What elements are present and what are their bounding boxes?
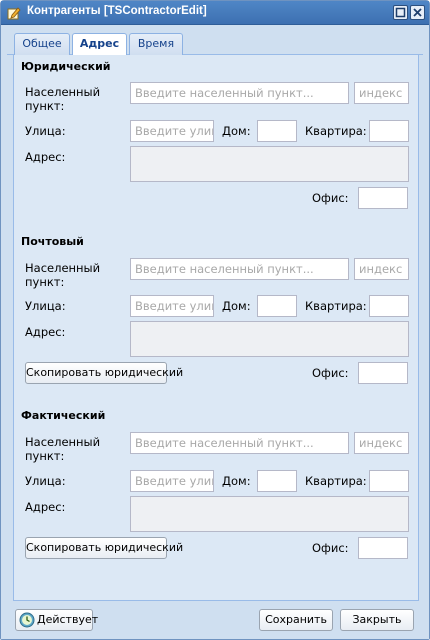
legal-apartment-input[interactable]	[369, 120, 409, 142]
edit-pencil-icon	[7, 7, 21, 20]
save-button[interactable]: Сохранить	[259, 609, 333, 631]
actual-street-input[interactable]: Введите улиц	[130, 470, 214, 492]
section-title-actual: Фактический	[21, 409, 106, 422]
status-label: Действует	[37, 613, 99, 626]
tab-strip: Общее Адрес Время	[7, 25, 423, 56]
office-label: Офис:	[312, 366, 349, 380]
apartment-label: Квартира:	[305, 299, 367, 313]
actual-apartment-input[interactable]	[369, 470, 409, 492]
street-label: Улица:	[25, 124, 66, 138]
legal-address-textarea[interactable]	[130, 146, 409, 182]
legal-street-input[interactable]: Введите улиц	[130, 120, 214, 142]
actual-copy-legal-button[interactable]: Скопировать юридический	[25, 537, 183, 559]
legal-locality-input[interactable]: Введите населенный пункт...	[130, 82, 349, 104]
postal-index-input[interactable]: индекс	[354, 258, 409, 280]
actual-index-input[interactable]: индекс	[354, 432, 409, 454]
window-footer: Действует Сохранить Закрыть	[1, 601, 429, 639]
postal-locality-input[interactable]: Введите населенный пункт...	[130, 258, 349, 280]
postal-office-input[interactable]	[358, 362, 408, 384]
close-button[interactable]: Закрыть	[340, 609, 414, 631]
status-button[interactable]: Действует	[15, 609, 98, 631]
street-label: Улица:	[25, 299, 66, 313]
actual-office-input[interactable]	[358, 537, 408, 559]
tab-address[interactable]: Адрес	[72, 33, 127, 56]
locality-label: Населенный пункт:	[25, 261, 101, 289]
apartment-label: Квартира:	[305, 474, 367, 488]
legal-office-input[interactable]	[358, 187, 408, 209]
legal-index-input[interactable]: индекс	[354, 82, 409, 104]
window-titlebar[interactable]: Контрагенты [TSContractorEdit]	[1, 1, 429, 25]
section-title-postal: Почтовый	[21, 235, 84, 248]
office-label: Офис:	[312, 541, 349, 555]
house-label: Дом:	[222, 299, 251, 313]
actual-address-textarea[interactable]	[130, 496, 409, 532]
section-title-legal: Юридический	[21, 60, 111, 73]
postal-apartment-input[interactable]	[369, 295, 409, 317]
window-title: Контрагенты [TSContractorEdit]	[27, 5, 207, 17]
locality-label: Населенный пункт:	[25, 435, 101, 463]
clock-icon	[19, 612, 35, 628]
postal-street-input[interactable]: Введите улиц	[130, 295, 214, 317]
maximize-button[interactable]	[393, 5, 408, 20]
postal-address-textarea[interactable]	[130, 321, 409, 357]
address-label: Адрес:	[25, 325, 66, 339]
office-label: Офис:	[312, 191, 349, 205]
apartment-label: Квартира:	[305, 124, 367, 138]
locality-label: Населенный пункт:	[25, 85, 101, 113]
postal-copy-legal-button[interactable]: Скопировать юридический	[25, 362, 183, 384]
actual-locality-input[interactable]: Введите населенный пункт...	[130, 432, 349, 454]
address-panel: Юридический Населенный пункт: Введите на…	[13, 55, 419, 601]
address-label: Адрес:	[25, 500, 66, 514]
postal-house-input[interactable]	[257, 295, 297, 317]
close-icon	[413, 8, 422, 17]
close-window-button[interactable]	[410, 5, 425, 20]
actual-house-input[interactable]	[257, 470, 297, 492]
tab-time[interactable]: Время	[129, 33, 183, 55]
tab-general[interactable]: Общее	[14, 33, 70, 55]
legal-house-input[interactable]	[257, 120, 297, 142]
house-label: Дом:	[222, 124, 251, 138]
maximize-icon	[395, 7, 406, 18]
house-label: Дом:	[222, 474, 251, 488]
address-label: Адрес:	[25, 150, 66, 164]
contractor-edit-window: Контрагенты [TSContractorEdit] Общее Адр…	[0, 0, 430, 640]
street-label: Улица:	[25, 474, 66, 488]
